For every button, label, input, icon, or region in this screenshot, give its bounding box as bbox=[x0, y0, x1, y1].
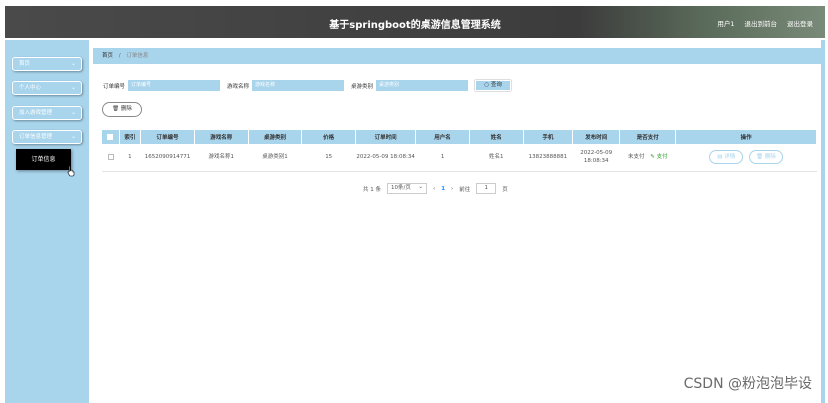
prev-page-button[interactable]: ‹ bbox=[433, 186, 435, 192]
chevron-down-icon: ⌄ bbox=[70, 109, 76, 116]
col-game-name: 游戏名称 bbox=[194, 130, 249, 144]
sidebar-item-join-game[interactable]: 加入游戏管理 ⌄ bbox=[12, 106, 82, 120]
cell-actions: ▤ 详情 🗑 删除 bbox=[675, 144, 817, 172]
pagination-total: 共 1 条 bbox=[363, 186, 381, 193]
category-input[interactable]: 桌游类别 bbox=[376, 80, 469, 91]
category-label: 桌游类别 bbox=[351, 83, 374, 90]
table-header-row: 索引 订单编号 游戏名称 桌游类别 价格 订单时间 用户名 姓名 手机 发布时间… bbox=[102, 130, 817, 144]
search-button-label: 查询 bbox=[490, 82, 502, 88]
col-category: 桌游类别 bbox=[248, 130, 303, 144]
breadcrumb: 首页 / 订单信息 bbox=[93, 48, 821, 64]
order-no-label: 订单编号 bbox=[103, 83, 126, 90]
col-index: 索引 bbox=[119, 130, 142, 144]
sidebar: 首页 ⌄ 个人中心 ⌄ 加入游戏管理 ⌄ 订单信息管理 ⌄ bbox=[5, 40, 89, 403]
select-all-checkbox-cell[interactable] bbox=[102, 130, 120, 144]
detail-button[interactable]: ▤ 详情 bbox=[709, 150, 744, 165]
cell-paid: 未支付 ✎ 支付 bbox=[619, 144, 676, 172]
cell-name: 姓名1 bbox=[469, 144, 524, 172]
orders-table: 索引 订单编号 游戏名称 桌游类别 价格 订单时间 用户名 姓名 手机 发布时间… bbox=[102, 130, 817, 172]
cell-publish-time: 2022-05-09 18:08:34 bbox=[572, 144, 620, 172]
cell-username: 1 bbox=[415, 144, 470, 172]
main-content: 首页 / 订单信息 订单编号 订单编号 游戏名称 游戏名称 桌游类别 桌游类别 … bbox=[93, 40, 825, 403]
goto-label: 前往 bbox=[459, 186, 471, 193]
next-page-button[interactable]: › bbox=[451, 186, 453, 192]
game-name-label: 游戏名称 bbox=[227, 83, 250, 90]
breadcrumb-separator: / bbox=[118, 53, 121, 59]
logout-link[interactable]: 退出登录 bbox=[787, 18, 813, 28]
cell-index: 1 bbox=[119, 144, 141, 172]
submenu-item-order-info[interactable]: 订单信息 bbox=[16, 149, 71, 170]
order-no-input[interactable]: 订单编号 bbox=[128, 80, 221, 91]
search-icon: ○ bbox=[484, 82, 490, 88]
chevron-down-icon: ⌄ bbox=[70, 60, 76, 67]
col-order-time: 订单时间 bbox=[355, 130, 417, 144]
app-title: 基于springboot的桌游信息管理系统 bbox=[329, 20, 501, 31]
current-user: 用户1 bbox=[717, 20, 735, 28]
header-actions: 用户1 退出到前台 退出登录 bbox=[717, 18, 813, 28]
pay-link-label: 支付 bbox=[656, 154, 668, 161]
header-bar: 基于springboot的桌游信息管理系统 用户1 退出到前台 退出登录 bbox=[5, 6, 825, 38]
search-button[interactable]: ○ 查询 bbox=[475, 80, 512, 91]
back-to-front-link[interactable]: 退出到前台 bbox=[745, 18, 778, 28]
breadcrumb-home[interactable]: 首页 bbox=[102, 53, 113, 59]
cell-order-no: 1652090914771 bbox=[140, 144, 195, 172]
page-suffix: 页 bbox=[502, 186, 508, 193]
sidebar-item-label: 个人中心 bbox=[19, 85, 42, 91]
select-all-checkbox[interactable] bbox=[107, 133, 114, 140]
sidebar-item-personal-center[interactable]: 个人中心 ⌄ bbox=[12, 81, 82, 95]
breadcrumb-current: 订单信息 bbox=[126, 53, 149, 59]
batch-delete-label: 删除 bbox=[120, 106, 132, 112]
row-checkbox[interactable] bbox=[107, 153, 114, 160]
detail-button-label: 详情 bbox=[724, 154, 736, 161]
col-order-no: 订单编号 bbox=[140, 130, 195, 144]
delete-button[interactable]: 🗑 删除 bbox=[748, 150, 783, 165]
chevron-down-icon: ⌄ bbox=[70, 133, 76, 140]
pagination: 共 1 条 10条/页 ‹ 1 › 前往 1 页 bbox=[363, 183, 508, 194]
cell-order-time: 2022-05-09 18:08:34 bbox=[355, 144, 416, 172]
delete-button-label: 删除 bbox=[764, 154, 776, 161]
chevron-down-icon: ⌄ bbox=[70, 84, 76, 91]
col-actions: 操作 bbox=[675, 130, 817, 144]
page-size-select[interactable]: 10条/页 bbox=[387, 183, 427, 194]
cell-category: 桌游类别1 bbox=[248, 144, 302, 172]
batch-delete-button[interactable]: 🗑 删除 bbox=[102, 102, 142, 117]
sidebar-item-label: 订单信息管理 bbox=[19, 134, 53, 140]
col-paid: 是否支付 bbox=[619, 130, 677, 144]
hand-cursor-icon bbox=[67, 165, 75, 177]
search-form: 订单编号 订单编号 游戏名称 游戏名称 桌游类别 桌游类别 ○ 查询 bbox=[103, 79, 512, 92]
cell-phone: 13823888881 bbox=[523, 144, 573, 172]
col-publish-time: 发布时间 bbox=[572, 130, 621, 144]
game-name-input[interactable]: 游戏名称 bbox=[252, 80, 345, 91]
row-checkbox-cell[interactable] bbox=[102, 144, 120, 172]
cell-game-name: 游戏名称1 bbox=[194, 144, 249, 172]
paid-status: 未支付 bbox=[627, 154, 645, 161]
col-username: 用户名 bbox=[415, 130, 470, 144]
col-price: 价格 bbox=[301, 130, 357, 144]
edit-icon: ✎ bbox=[650, 154, 655, 161]
cell-price: 15 bbox=[301, 144, 356, 172]
sidebar-item-label: 首页 bbox=[19, 61, 31, 67]
app-frame: 基于springboot的桌游信息管理系统 用户1 退出到前台 退出登录 首页 … bbox=[0, 0, 828, 403]
goto-page-input[interactable]: 1 bbox=[476, 183, 497, 194]
page-number-current[interactable]: 1 bbox=[441, 186, 445, 192]
trash-icon: 🗑 bbox=[756, 154, 764, 161]
sidebar-item-order-management[interactable]: 订单信息管理 ⌄ bbox=[12, 130, 82, 144]
col-phone: 手机 bbox=[523, 130, 574, 144]
document-icon: ▤ bbox=[717, 154, 723, 161]
sidebar-item-label: 加入游戏管理 bbox=[19, 110, 53, 116]
watermark: CSDN @粉泡泡毕设 bbox=[683, 376, 812, 392]
sidebar-item-home[interactable]: 首页 ⌄ bbox=[12, 57, 82, 71]
pay-link[interactable]: ✎ 支付 bbox=[650, 154, 667, 160]
trash-icon: 🗑 bbox=[112, 106, 120, 112]
table-row: 1 1652090914771 游戏名称1 桌游类别1 15 2022-05-0… bbox=[102, 144, 817, 172]
col-name: 姓名 bbox=[469, 130, 524, 144]
